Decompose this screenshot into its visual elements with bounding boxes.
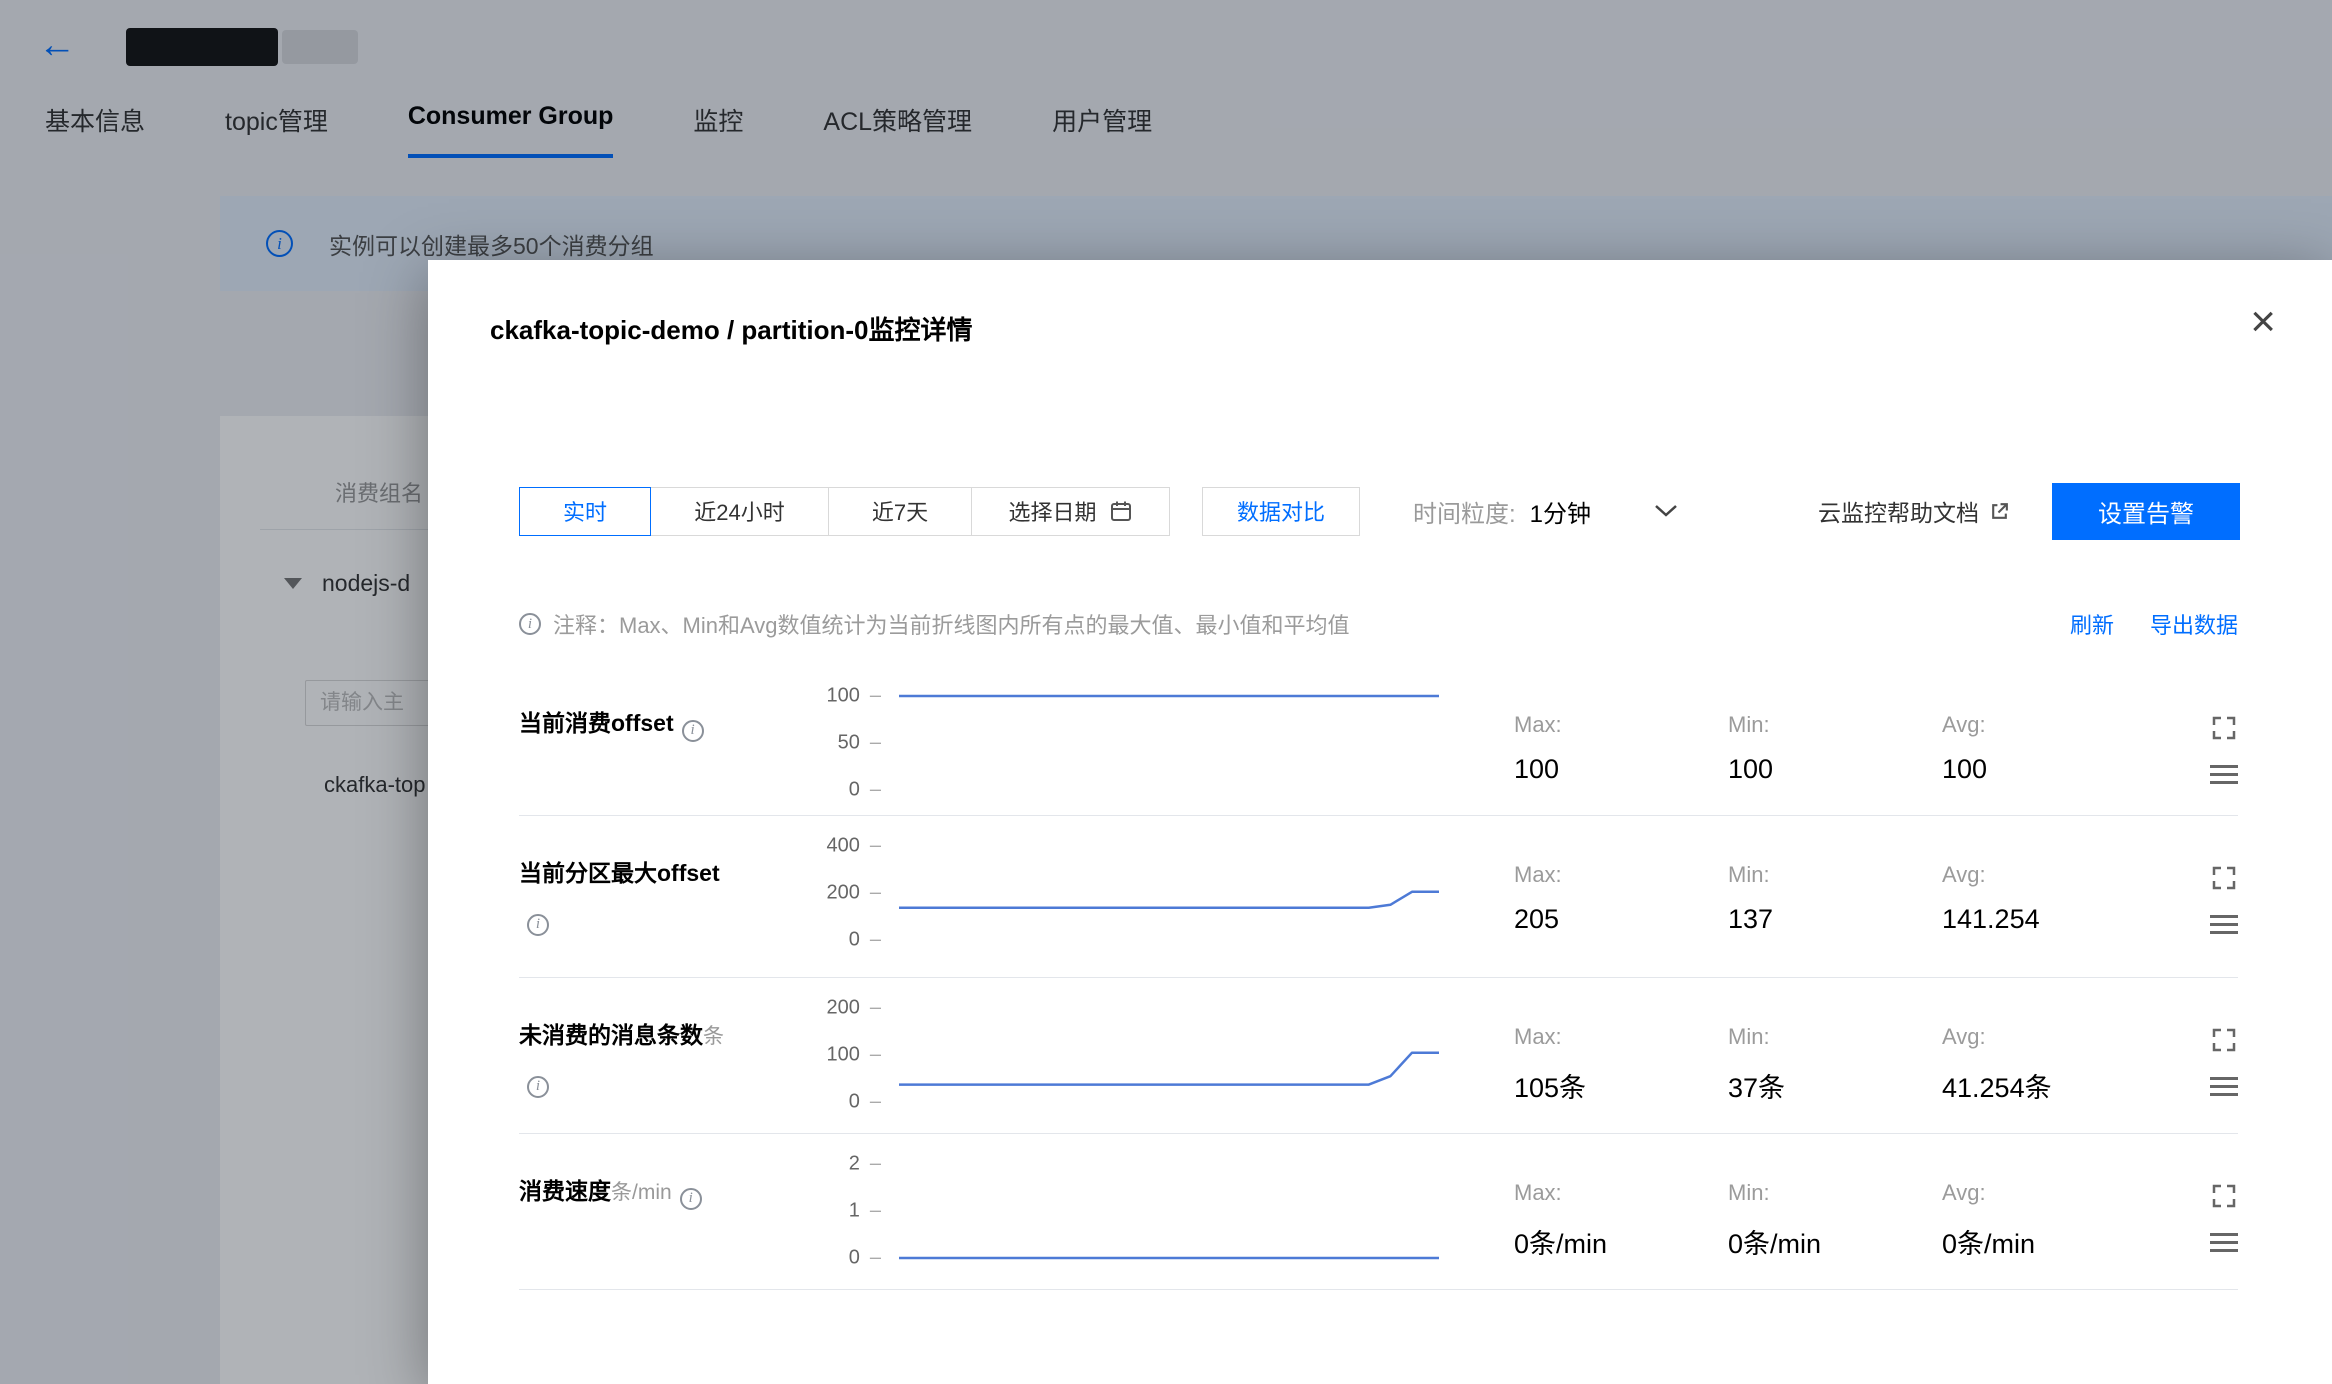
stats: Max: 205 Min: 137 Avg: 141.254 xyxy=(1514,816,2156,977)
max-value: 100 xyxy=(1514,754,1560,784)
cloud-monitor-help-link[interactable]: 云监控帮助文档 xyxy=(1818,494,2010,528)
metric-row-max-offset: 当前分区最大offset 400 200 0 Max:205 Min:137 A… xyxy=(519,816,2238,978)
metric-title: 消费速度 xyxy=(519,1178,611,1204)
avg-value: 41.254条 xyxy=(1942,1073,2052,1103)
granularity-value: 1分钟 xyxy=(1529,500,1592,528)
modal-title: ckafka-topic-demo / partition-0监控详情 xyxy=(490,315,973,345)
max-value: 0条/min xyxy=(1514,1229,1608,1259)
max-value: 205 xyxy=(1514,904,1560,934)
expand-icon[interactable] xyxy=(2210,1182,2238,1210)
range-realtime-button[interactable]: 实时 xyxy=(519,486,651,536)
metric-title: 未消费的消息条数 xyxy=(519,1022,703,1048)
set-alarm-button[interactable]: 设置告警 xyxy=(2052,482,2240,540)
y-axis: 100 50 0 xyxy=(789,666,881,815)
metric-unit: 条 xyxy=(703,1025,724,1048)
line-chart xyxy=(899,666,1439,815)
metric-label: 未消费的消息条数条 xyxy=(519,978,789,1133)
stats: Max: 100 Min: 100 Avg: 100 xyxy=(1514,666,2156,815)
line-chart xyxy=(899,816,1439,977)
metric-label: 当前分区最大offset xyxy=(519,816,789,977)
metric-rows: 当前消费offset 100 50 0 Max:100 Min:100 Avg:… xyxy=(519,666,2238,1290)
help-link-label: 云监控帮助文档 xyxy=(1818,500,1979,526)
calendar-icon xyxy=(1110,501,1131,521)
controls-row: 实时 近24小时 近7天 选择日期 数据对比 时间粒度: 1分钟 云监控帮助文档 xyxy=(519,480,2240,542)
expand-icon[interactable] xyxy=(2210,1026,2238,1054)
min-value: 0条/min xyxy=(1728,1229,1822,1259)
refresh-link[interactable]: 刷新 xyxy=(2070,608,2114,640)
menu-icon[interactable] xyxy=(2210,764,2238,784)
avg-value: 100 xyxy=(1942,754,1988,784)
metric-label: 消费速度条/min xyxy=(519,1134,789,1289)
range-pick-date-button[interactable]: 选择日期 xyxy=(971,486,1170,536)
y-axis: 2 1 0 xyxy=(789,1134,881,1289)
external-link-icon xyxy=(1992,502,2008,519)
info-icon[interactable] xyxy=(681,719,704,742)
chevron-down-icon[interactable] xyxy=(1653,503,1679,519)
granularity-select[interactable]: 时间粒度: 1分钟 xyxy=(1413,494,1679,529)
min-value: 100 xyxy=(1728,754,1774,784)
line-chart xyxy=(899,1134,1439,1289)
metric-row-consume-speed: 消费速度条/min 2 1 0 Max:0条/min Min:0条/min Av… xyxy=(519,1134,2238,1290)
y-axis: 400 200 0 xyxy=(789,816,881,977)
granularity-label: 时间粒度: xyxy=(1413,500,1516,528)
metric-title: 当前消费offset xyxy=(519,710,674,736)
data-compare-button[interactable]: 数据对比 xyxy=(1202,486,1360,536)
range-24h-button[interactable]: 近24小时 xyxy=(650,486,829,536)
monitoring-detail-modal: ckafka-topic-demo / partition-0监控详情 × 实时… xyxy=(428,260,2332,1384)
info-icon xyxy=(519,613,541,635)
menu-icon[interactable] xyxy=(2210,1076,2238,1096)
stats: Max: 0条/min Min: 0条/min Avg: 0条/min xyxy=(1514,1134,2156,1289)
menu-icon[interactable] xyxy=(2210,914,2238,934)
y-axis: 200 100 0 xyxy=(789,978,881,1133)
metric-title: 当前分区最大offset xyxy=(519,860,720,886)
metric-row-unconsumed-messages: 未消费的消息条数条 200 100 0 Max:105条 Min:37条 Avg… xyxy=(519,978,2238,1134)
expand-icon[interactable] xyxy=(2210,714,2238,742)
max-value: 105条 xyxy=(1514,1073,1587,1103)
pick-date-label: 选择日期 xyxy=(1008,500,1097,525)
range-7d-button[interactable]: 近7天 xyxy=(828,486,972,536)
note-row: 注释：Max、Min和Avg数值统计为当前折线图内所有点的最大值、最小值和平均值… xyxy=(519,608,2238,640)
menu-icon[interactable] xyxy=(2210,1232,2238,1252)
close-icon[interactable]: × xyxy=(2250,300,2276,344)
info-icon[interactable] xyxy=(527,1075,549,1098)
line-chart xyxy=(899,978,1439,1133)
metric-label: 当前消费offset xyxy=(519,666,789,815)
min-value: 137 xyxy=(1728,904,1774,934)
avg-value: 0条/min xyxy=(1942,1229,2036,1259)
metric-row-consume-offset: 当前消费offset 100 50 0 Max:100 Min:100 Avg:… xyxy=(519,666,2238,816)
stats: Max: 105条 Min: 37条 Avg: 41.254条 xyxy=(1514,978,2156,1133)
note-text: 注释：Max、Min和Avg数值统计为当前折线图内所有点的最大值、最小值和平均值 xyxy=(553,613,1350,638)
screen: ← 基本信息 topic管理 Consumer Group 监控 ACL策略管理… xyxy=(0,0,2332,1384)
info-icon[interactable] xyxy=(527,913,549,936)
expand-icon[interactable] xyxy=(2210,864,2238,892)
info-icon[interactable] xyxy=(679,1187,702,1210)
time-range-group: 实时 近24小时 近7天 选择日期 xyxy=(519,486,1170,536)
avg-value: 141.254 xyxy=(1942,904,2040,934)
min-value: 37条 xyxy=(1728,1073,1786,1103)
export-data-link[interactable]: 导出数据 xyxy=(2150,608,2238,640)
metric-unit: 条/min xyxy=(611,1181,672,1204)
